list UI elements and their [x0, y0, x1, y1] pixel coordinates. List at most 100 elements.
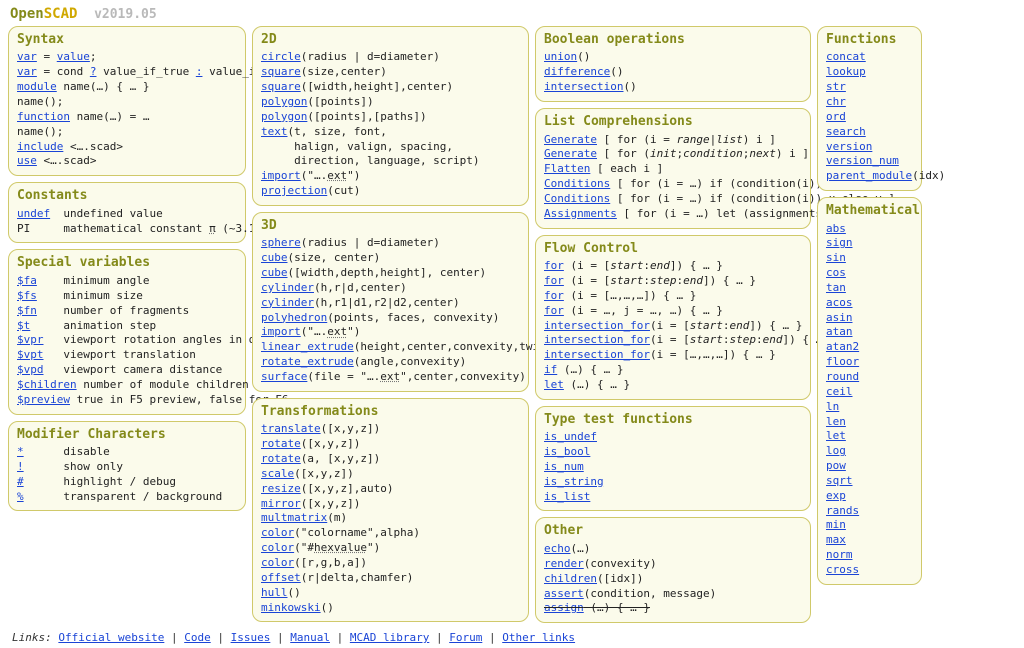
link-concat[interactable]: concat — [826, 50, 866, 63]
link-ifor3[interactable]: intersection_for — [544, 348, 650, 361]
link-children[interactable]: children — [544, 572, 597, 585]
footer-link[interactable]: Code — [184, 631, 211, 644]
link-cube[interactable]: cube — [261, 266, 288, 279]
link-import2d[interactable]: import — [261, 169, 301, 182]
link-pow[interactable]: pow — [826, 459, 846, 472]
link-text[interactable]: text — [261, 125, 288, 138]
link-generate2[interactable]: Generate — [544, 147, 597, 160]
link-hull[interactable]: hull — [261, 586, 288, 599]
link-undef[interactable]: undef — [17, 207, 50, 220]
link-sqrt[interactable]: sqrt — [826, 474, 853, 487]
link-atan2[interactable]: atan2 — [826, 340, 859, 353]
link-for4[interactable]: for — [544, 304, 564, 317]
link-t[interactable]: $t — [17, 319, 30, 332]
link-for3[interactable]: for — [544, 289, 564, 302]
link-function[interactable]: function — [17, 110, 70, 123]
link-rotate_extrude[interactable]: rotate_extrude — [261, 355, 354, 368]
link-acos[interactable]: acos — [826, 296, 853, 309]
link-import3d[interactable]: import — [261, 325, 301, 338]
link-polyhedron[interactable]: polyhedron — [261, 311, 327, 324]
link-vpt[interactable]: $vpt — [17, 348, 44, 361]
link-vpr[interactable]: $vpr — [17, 333, 44, 346]
link-fn[interactable]: $fn — [17, 304, 37, 317]
link-polygon2[interactable]: polygon — [261, 110, 307, 123]
link-mirror[interactable]: mirror — [261, 497, 301, 510]
link-conditions[interactable]: Conditions — [544, 177, 610, 190]
link-minkowski[interactable]: minkowski — [261, 601, 321, 614]
link-scale[interactable]: scale — [261, 467, 294, 480]
link-round[interactable]: round — [826, 370, 859, 383]
link-asin[interactable]: asin — [826, 311, 853, 324]
link-cylinder[interactable]: cylinder — [261, 281, 314, 294]
link-intersection[interactable]: intersection — [544, 80, 623, 93]
link-polygon[interactable]: polygon — [261, 95, 307, 108]
link-is_string[interactable]: is_string — [544, 475, 604, 488]
link-color[interactable]: color — [261, 526, 294, 539]
link-is_num[interactable]: is_num — [544, 460, 584, 473]
link-vpd[interactable]: $vpd — [17, 363, 44, 376]
link-children[interactable]: $children — [17, 378, 77, 391]
link-assert[interactable]: assert — [544, 587, 584, 600]
link-lookup[interactable]: lookup — [826, 65, 866, 78]
link-mod-*[interactable]: * — [17, 445, 24, 458]
link-min[interactable]: min — [826, 518, 846, 531]
link-is_list[interactable]: is_list — [544, 490, 590, 503]
link-assignments[interactable]: Assignments — [544, 207, 617, 220]
link-floor[interactable]: floor — [826, 355, 859, 368]
footer-link[interactable]: Issues — [231, 631, 271, 644]
link-sign[interactable]: sign — [826, 236, 853, 249]
footer-link[interactable]: Official website — [58, 631, 164, 644]
link-for2[interactable]: for — [544, 274, 564, 287]
link-parent-module[interactable]: parent_module — [826, 169, 912, 182]
link-let[interactable]: let — [826, 429, 846, 442]
link-surface[interactable]: surface — [261, 370, 307, 383]
link-circle[interactable]: circle — [261, 50, 301, 63]
link-exp[interactable]: exp — [826, 489, 846, 502]
link-cos[interactable]: cos — [826, 266, 846, 279]
link-color-hex[interactable]: color — [261, 541, 294, 554]
link-norm[interactable]: norm — [826, 548, 853, 561]
link-include[interactable]: include — [17, 140, 63, 153]
link-chr[interactable]: chr — [826, 95, 846, 108]
link-cross[interactable]: cross — [826, 563, 859, 576]
link-difference[interactable]: difference — [544, 65, 610, 78]
link-projection[interactable]: projection — [261, 184, 327, 197]
link-linear_extrude[interactable]: linear_extrude — [261, 340, 354, 353]
link-max[interactable]: max — [826, 533, 846, 546]
link-union[interactable]: union — [544, 50, 577, 63]
link-var2[interactable]: var — [17, 65, 37, 78]
link-conditions2[interactable]: Conditions — [544, 192, 610, 205]
link-square2[interactable]: square — [261, 80, 301, 93]
link-ceil[interactable]: ceil — [826, 385, 853, 398]
link-cylinder[interactable]: cylinder — [261, 296, 314, 309]
link-translate[interactable]: translate — [261, 422, 321, 435]
link-fs[interactable]: $fs — [17, 289, 37, 302]
link-search[interactable]: search — [826, 125, 866, 138]
link-is_bool[interactable]: is_bool — [544, 445, 590, 458]
link-let[interactable]: let — [544, 378, 564, 391]
footer-link[interactable]: Forum — [449, 631, 482, 644]
link-len[interactable]: len — [826, 415, 846, 428]
link-rands[interactable]: rands — [826, 504, 859, 517]
link-preview[interactable]: $preview — [17, 393, 70, 406]
link-sphere[interactable]: sphere — [261, 236, 301, 249]
link-flatten[interactable]: Flatten — [544, 162, 590, 175]
link-tan[interactable]: tan — [826, 281, 846, 294]
link-mod-%[interactable]: % — [17, 490, 24, 503]
link-ifor2[interactable]: intersection_for — [544, 333, 650, 346]
link-color[interactable]: color — [261, 556, 294, 569]
link-offset[interactable]: offset — [261, 571, 301, 584]
link-ln[interactable]: ln — [826, 400, 839, 413]
link-multmatrix[interactable]: multmatrix — [261, 511, 327, 524]
footer-link[interactable]: Other links — [502, 631, 575, 644]
link-for[interactable]: for — [544, 259, 564, 272]
link-if[interactable]: if — [544, 363, 557, 376]
link-var[interactable]: var — [17, 50, 37, 63]
link-ifor[interactable]: intersection_for — [544, 319, 650, 332]
link-echo[interactable]: echo — [544, 542, 571, 555]
link-version_num[interactable]: version_num — [826, 154, 899, 167]
link-mod-![interactable]: ! — [17, 460, 24, 473]
link-str[interactable]: str — [826, 80, 846, 93]
link-ord[interactable]: ord — [826, 110, 846, 123]
link-fa[interactable]: $fa — [17, 274, 37, 287]
